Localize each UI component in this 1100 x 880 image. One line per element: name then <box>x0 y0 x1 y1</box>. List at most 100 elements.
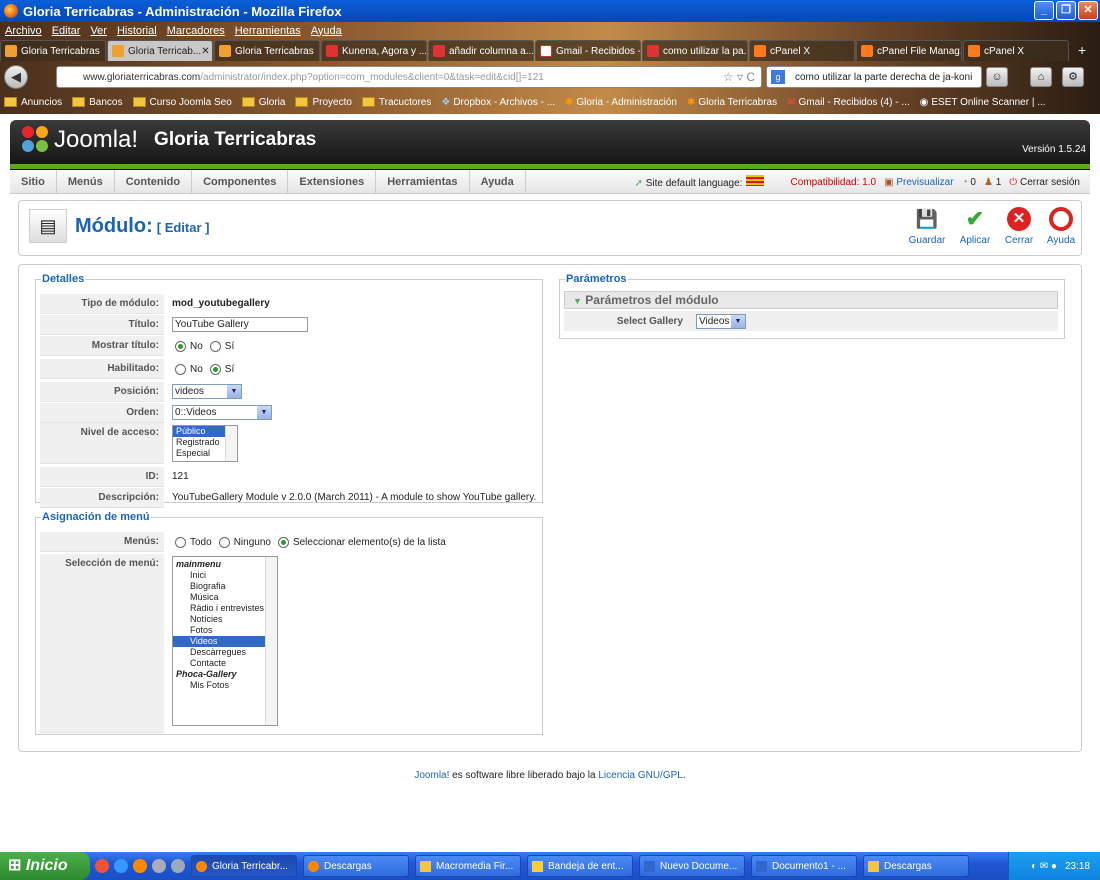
app-icon[interactable] <box>171 859 185 873</box>
bookmark-link[interactable]: ✉ Gmail - Recibidos (4) - ... <box>787 97 910 108</box>
firefox-quicklaunch-icon[interactable] <box>133 859 147 873</box>
app-icon[interactable] <box>152 859 166 873</box>
menu-herramientas[interactable]: Herramientas <box>376 169 470 194</box>
list-item[interactable]: Mis Fotos <box>173 680 277 691</box>
scrollbar[interactable] <box>225 426 237 461</box>
maximize-button[interactable]: ❐ <box>1056 1 1076 20</box>
position-select[interactable]: videos ▼ <box>172 384 242 399</box>
taskbar-item[interactable]: Gloria Terricabr... <box>191 855 297 877</box>
list-item-selected[interactable]: Videos <box>173 636 265 647</box>
menus-none-radio[interactable] <box>218 536 230 548</box>
preview-link[interactable]: ▣ Previsualizar <box>884 177 953 188</box>
bookmark-star-icon[interactable]: ☆ ▿ C <box>723 70 755 84</box>
minimize-button[interactable]: _ <box>1034 1 1054 20</box>
addon-icon[interactable]: ☺ <box>986 67 1008 87</box>
list-item[interactable]: Ràdio i entrevistes <box>173 603 277 614</box>
menus-select-radio[interactable] <box>277 536 289 548</box>
tab[interactable]: Gloria Terricabras <box>0 40 106 61</box>
access-listbox[interactable]: Público Registrado Especial <box>172 425 238 462</box>
taskbar-item[interactable]: Descargas <box>863 855 969 877</box>
help-button[interactable]: Ayuda <box>1041 207 1081 246</box>
bookmark-folder[interactable]: Bancos <box>72 97 123 108</box>
joomla-link[interactable]: Joomla! <box>414 770 449 781</box>
title-input[interactable]: YouTube Gallery <box>172 317 308 332</box>
menu-historial[interactable]: Historial <box>117 25 157 37</box>
list-item[interactable]: Fotos <box>173 625 277 636</box>
bookmark-link[interactable]: ◉ ESET Online Scanner | ... <box>920 97 1046 108</box>
bookmark-folder[interactable]: Anuncios <box>4 97 62 108</box>
language-indicator[interactable]: ➚ Site default language: <box>635 175 765 189</box>
close-tab-icon[interactable]: ✕ <box>201 46 209 57</box>
tab[interactable]: cPanel X <box>749 40 855 61</box>
enabled-no-radio[interactable] <box>175 363 186 375</box>
taskbar-item[interactable]: Descargas <box>303 855 409 877</box>
tab[interactable]: como utilizar la pa... <box>642 40 748 61</box>
tab[interactable]: cPanel File Manag... <box>856 40 962 61</box>
back-button[interactable]: ◀ <box>4 64 28 89</box>
bookmark-link[interactable]: ❖ Dropbox - Archivos - ... <box>441 97 555 108</box>
menu-menus[interactable]: Menús <box>57 169 115 194</box>
tools-icon[interactable]: ⚙ <box>1062 67 1084 87</box>
menu-editar[interactable]: Editar <box>52 25 81 37</box>
close-button[interactable]: ✕ Cerrar <box>999 207 1039 246</box>
tab[interactable]: cPanel X <box>963 40 1069 61</box>
logout-link[interactable]: ⏻ Cerrar sesión <box>1009 177 1080 188</box>
window-titlebar[interactable]: Gloria Terricabras - Administración - Mo… <box>0 0 1100 22</box>
messages-count[interactable]: ◔ 0 <box>962 177 976 188</box>
chrome-icon[interactable] <box>95 859 109 873</box>
new-tab-button[interactable]: + <box>1078 40 1086 62</box>
taskbar-item[interactable]: Macromedia Fir... <box>415 855 521 877</box>
license-link[interactable]: Licencia GNU/GPL <box>598 770 682 781</box>
menus-all-radio[interactable] <box>175 536 186 548</box>
show-title-yes-radio[interactable] <box>209 340 221 352</box>
bookmark-folder[interactable]: Gloria <box>241 97 285 108</box>
bookmark-folder[interactable]: Proyecto <box>295 97 352 108</box>
list-item[interactable]: Biografia <box>173 581 277 592</box>
tab[interactable]: añadir columna a... <box>428 40 534 61</box>
tab[interactable]: Kunena, Agora y ... <box>321 40 427 61</box>
list-item[interactable]: Descàrregues <box>173 647 277 658</box>
menu-archivo[interactable]: Archivo <box>5 25 42 37</box>
show-title-no-radio[interactable] <box>175 340 186 352</box>
taskbar-item[interactable]: Documento1 - ... <box>751 855 857 877</box>
menu-contenido[interactable]: Contenido <box>115 169 193 194</box>
scrollbar[interactable] <box>265 557 277 725</box>
apply-button[interactable]: ✔ Aplicar <box>955 207 995 247</box>
gallery-select[interactable]: Videos ▼ <box>696 313 746 329</box>
taskbar-item[interactable]: Nuevo Docume... <box>639 855 745 877</box>
start-button[interactable]: ⊞ Inicio <box>0 852 90 880</box>
bookmark-link[interactable]: ✱ Gloria - Administración <box>565 97 677 108</box>
list-item[interactable]: Contacte <box>173 658 277 669</box>
tab[interactable]: Gmail - Recibidos -... <box>535 40 641 61</box>
tab[interactable]: Gloria Terricabras <box>214 40 320 61</box>
menu-ayuda[interactable]: Ayuda <box>311 25 342 37</box>
menu-componentes[interactable]: Componentes <box>192 169 289 194</box>
ie-icon[interactable] <box>114 859 128 873</box>
list-item[interactable]: Inici <box>173 570 277 581</box>
list-item[interactable]: Notícies <box>173 614 277 625</box>
menu-ver[interactable]: Ver <box>90 25 107 37</box>
close-window-button[interactable]: ✕ <box>1078 1 1098 20</box>
tab-active[interactable]: Gloria Terricab... ✕ <box>107 40 213 61</box>
home-icon[interactable]: ⌂ <box>1030 67 1052 87</box>
address-bar[interactable]: www.gloriaterricabras.com/administrator/… <box>56 66 762 88</box>
users-count[interactable]: ♟ 1 <box>984 177 1001 188</box>
menu-ayuda[interactable]: Ayuda <box>470 169 526 194</box>
tray-icons[interactable]: ◐ ✉ ● <box>1031 861 1057 872</box>
menu-extensiones[interactable]: Extensiones <box>288 169 377 194</box>
taskbar-item[interactable]: Bandeja de ent... <box>527 855 633 877</box>
enabled-yes-radio[interactable] <box>209 363 221 375</box>
menu-herramientas[interactable]: Herramientas <box>235 25 301 37</box>
save-button[interactable]: 💾 Guardar <box>907 207 947 246</box>
menu-selection-listbox[interactable]: mainmenu Inici Biografia Música Ràdio i … <box>172 556 278 726</box>
order-select[interactable]: 0::Videos ▼ <box>172 405 272 420</box>
menu-sitio[interactable]: Sitio <box>10 169 57 194</box>
bookmark-link[interactable]: ✱ Gloria Terricabras <box>687 97 777 108</box>
list-item[interactable]: Música <box>173 592 277 603</box>
bookmark-folder[interactable]: Tracuctores <box>361 97 431 108</box>
search-box[interactable]: g como utilizar la parte derecha de ja-k… <box>766 66 982 88</box>
module-parameters-header[interactable]: ▼ Parámetros del módulo <box>564 291 1058 309</box>
joomla-logo[interactable]: Joomla! Gloria Terricabras <box>22 126 316 154</box>
menu-marcadores[interactable]: Marcadores <box>167 25 225 37</box>
bookmark-folder[interactable]: Curso Joomla Seo <box>132 97 232 108</box>
